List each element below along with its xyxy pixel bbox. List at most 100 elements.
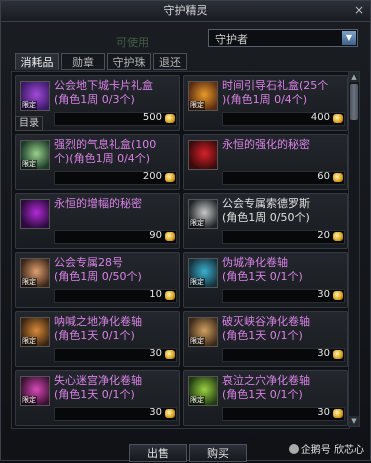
price-bar: 30 — [222, 407, 345, 421]
item-name: 时间引导石礼盒(25个 )(角色1周 0/4个) — [222, 79, 329, 106]
coin-icon — [333, 114, 343, 123]
coin-icon — [333, 291, 343, 300]
item-name: 伪城净化卷轴 (角色1天 0/1个) — [222, 256, 303, 283]
coin-icon — [165, 350, 175, 359]
category-select-value: 守护者 — [215, 33, 248, 46]
coin-icon — [165, 291, 175, 300]
coin-icon — [333, 409, 343, 418]
limited-badge: 限定 — [189, 101, 205, 110]
coin-icon — [333, 350, 343, 359]
close-icon[interactable]: × — [352, 3, 366, 17]
item-card[interactable]: 限定 哀泣之穴净化卷轴 (角色1天 0/1个) 30 — [183, 370, 348, 426]
scroll-down-icon[interactable]: ▼ — [349, 416, 359, 426]
item-card[interactable]: 限定 失心迷宫净化卷轴 (角色1天 0/1个) 30 — [15, 370, 180, 426]
item-icon[interactable] — [188, 140, 218, 170]
item-name: 呐喊之地净化卷轴 (角色1天 0/1个) — [54, 315, 142, 342]
scroll-up-icon[interactable]: ▲ — [349, 72, 359, 82]
item-price: 90 — [149, 230, 162, 241]
item-name: 哀泣之穴净化卷轴 (角色1天 0/1个) — [222, 374, 310, 401]
limited-badge: 限定 — [21, 101, 37, 110]
item-icon[interactable]: 限定 — [188, 376, 218, 406]
price-bar: 400 — [222, 112, 345, 126]
penguin-icon — [288, 444, 299, 454]
price-bar: 30 — [54, 348, 177, 362]
price-bar: 200 — [54, 171, 177, 185]
item-card[interactable]: 限定 公会专属28号 (角色1周 0/50个) 10 — [15, 252, 180, 308]
item-icon[interactable] — [20, 199, 50, 229]
limited-badge: 限定 — [189, 219, 205, 228]
item-price: 30 — [149, 407, 162, 418]
item-name: 失心迷宫净化卷轴 (角色1天 0/1个) — [54, 374, 142, 401]
item-card[interactable]: 限定 强烈的气息礼盒(100 个)(角色1周 0/4个) 200 — [15, 134, 180, 190]
item-name: 破灭峡谷净化卷轴 (角色1天 0/1个) — [222, 315, 310, 342]
item-name: 强烈的气息礼盒(100 个)(角色1周 0/4个) — [54, 138, 157, 165]
item-name: 永恒的强化的秘密 — [222, 138, 310, 151]
coin-icon — [165, 232, 175, 241]
tab-consumables[interactable]: 消耗品 — [15, 53, 59, 70]
scroll-thumb[interactable] — [350, 84, 358, 120]
limited-badge: 限定 — [189, 396, 205, 405]
item-price: 30 — [317, 289, 330, 300]
item-price: 10 — [149, 289, 162, 300]
sell-button[interactable]: 出售 — [129, 444, 187, 462]
item-price: 30 — [317, 407, 330, 418]
limited-badge: 限定 — [189, 278, 205, 287]
faded-label: 可使用 — [116, 36, 149, 49]
item-grid: 限定 公会地下城卡片礼盒 (角色1周 0/3个) 500 限定 时间引导石礼盒(25个 … — [11, 71, 350, 429]
item-card[interactable]: 限定 呐喊之地净化卷轴 (角色1天 0/1个) 30 — [15, 311, 180, 367]
limited-badge: 限定 — [21, 160, 37, 169]
price-bar: 30 — [222, 289, 345, 303]
item-icon[interactable]: 限定 — [20, 317, 50, 347]
item-card[interactable]: 限定 伪城净化卷轴 (角色1天 0/1个) 30 — [183, 252, 348, 308]
category-select[interactable]: 守护者 ▼ — [208, 29, 358, 47]
price-bar: 30 — [54, 407, 177, 421]
item-card[interactable]: 限定 公会专属索德罗斯 (角色1周 0/50个) 20 — [183, 193, 348, 249]
item-icon[interactable]: 限定 — [188, 81, 218, 111]
watermark: 企鹅号 欣芯心 — [288, 441, 364, 456]
scrollbar[interactable]: ▲ ▼ — [348, 71, 360, 427]
tab-guardian-beads[interactable]: 守护珠 — [107, 53, 151, 70]
item-card[interactable]: 限定 破灭峡谷净化卷轴 (角色1天 0/1个) 30 — [183, 311, 348, 367]
item-price: 500 — [142, 112, 162, 123]
item-name: 公会专属索德罗斯 (角色1周 0/50个) — [222, 197, 310, 224]
item-card[interactable]: 永恒的增幅的秘密 90 — [15, 193, 180, 249]
item-price: 30 — [317, 348, 330, 359]
item-icon[interactable]: 限定 — [20, 376, 50, 406]
item-price: 30 — [149, 348, 162, 359]
title-bar: 守护精灵 × — [1, 1, 370, 22]
item-price: 200 — [142, 171, 162, 182]
item-icon[interactable]: 限定 — [20, 81, 50, 111]
chevron-down-icon[interactable]: ▼ — [342, 31, 356, 45]
watermark-text: 企鹅号 欣芯心 — [300, 445, 364, 456]
coin-icon — [165, 114, 175, 123]
catalog-button[interactable]: 目录 — [15, 116, 43, 131]
item-price: 400 — [310, 112, 330, 123]
limited-badge: 限定 — [21, 278, 37, 287]
limited-badge: 限定 — [189, 337, 205, 346]
price-bar: 90 — [54, 230, 177, 244]
item-card[interactable]: 限定 时间引导石礼盒(25个 )(角色1周 0/4个) 400 — [183, 75, 348, 131]
price-bar: 60 — [222, 171, 345, 185]
limited-badge: 限定 — [21, 337, 37, 346]
price-bar: 20 — [222, 230, 345, 244]
tab-return[interactable]: 退还 — [153, 53, 187, 70]
item-price: 20 — [317, 230, 330, 241]
coin-icon — [165, 173, 175, 182]
item-icon[interactable]: 限定 — [188, 199, 218, 229]
coin-icon — [333, 232, 343, 241]
item-name: 公会地下城卡片礼盒 (角色1周 0/3个) — [54, 79, 153, 106]
item-icon[interactable]: 限定 — [188, 258, 218, 288]
guardian-spirit-window: 守护精灵 × 可使用 守护者 ▼ 消耗品 勋章 守护珠 退还 限定 公会地下城卡片… — [0, 0, 371, 462]
item-icon[interactable]: 限定 — [188, 317, 218, 347]
price-bar: 500 — [54, 112, 177, 126]
price-bar: 30 — [222, 348, 345, 362]
coin-icon — [333, 173, 343, 182]
item-icon[interactable]: 限定 — [20, 140, 50, 170]
tab-medals[interactable]: 勋章 — [61, 53, 105, 70]
item-icon[interactable]: 限定 — [20, 258, 50, 288]
item-name: 公会专属28号 (角色1周 0/50个) — [54, 256, 142, 283]
item-card[interactable]: 永恒的强化的秘密 60 — [183, 134, 348, 190]
buy-button[interactable]: 购买 — [189, 444, 247, 462]
coin-icon — [165, 409, 175, 418]
item-price: 60 — [317, 171, 330, 182]
